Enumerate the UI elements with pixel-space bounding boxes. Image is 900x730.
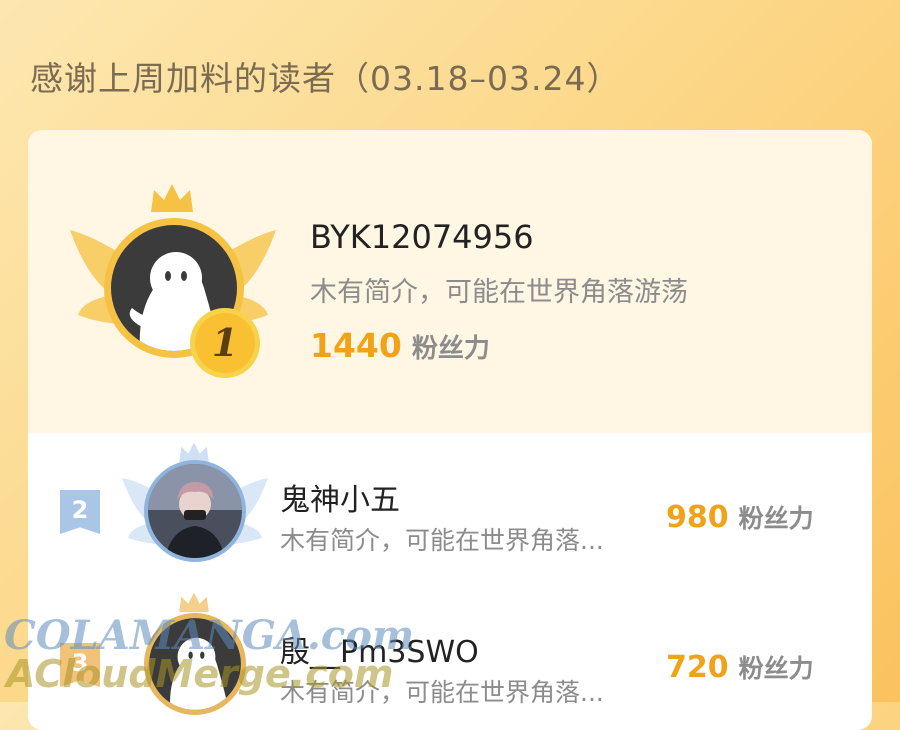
reader-name[interactable]: BYK12074956	[310, 218, 534, 256]
reader-name[interactable]: 殷__Pm3SWO	[280, 627, 479, 671]
avatar[interactable]	[144, 460, 246, 562]
rank-3-badge: 3	[60, 643, 100, 687]
reader-bio: 木有简介，可能在世界角落...	[280, 526, 604, 555]
rank-2-badge: 2	[60, 490, 100, 534]
crown-icon	[151, 184, 193, 212]
rank-1-medal-icon: 1	[190, 308, 260, 378]
page-title: 感谢上周加料的读者（03.18–03.24）	[30, 59, 621, 98]
svg-text:1: 1	[212, 320, 238, 365]
fan-power-score: 980 粉丝力	[666, 500, 814, 535]
reader-ranking-card: 1 BYK12074956 木有简介，可能在世界角落游荡 1440粉丝力 2	[28, 130, 872, 730]
top-reader-item[interactable]: 1 BYK12074956 木有简介，可能在世界角落游荡 1440 粉丝力	[28, 130, 872, 433]
default-ghost-avatar-icon	[149, 618, 241, 710]
fan-power-score: 1440 粉丝力	[310, 326, 490, 365]
crown-icon	[179, 592, 209, 613]
list-item[interactable]: 3 殷__Pm3SWO 木有简介，可能在世界角落... 720 粉丝力	[28, 583, 872, 730]
reader-name[interactable]: 鬼神小五	[280, 475, 400, 519]
reader-bio: 木有简介，可能在世界角落游荡	[310, 277, 688, 308]
fan-power-score: 720 粉丝力	[666, 650, 814, 685]
anime-character-avatar-icon	[148, 464, 242, 558]
list-item[interactable]: 2 鬼神小五 木有简介，可能在世界角落... 980 粉丝力	[28, 433, 872, 583]
reader-bio: 木有简介，可能在世界角落...	[280, 678, 604, 707]
avatar[interactable]	[144, 613, 246, 715]
